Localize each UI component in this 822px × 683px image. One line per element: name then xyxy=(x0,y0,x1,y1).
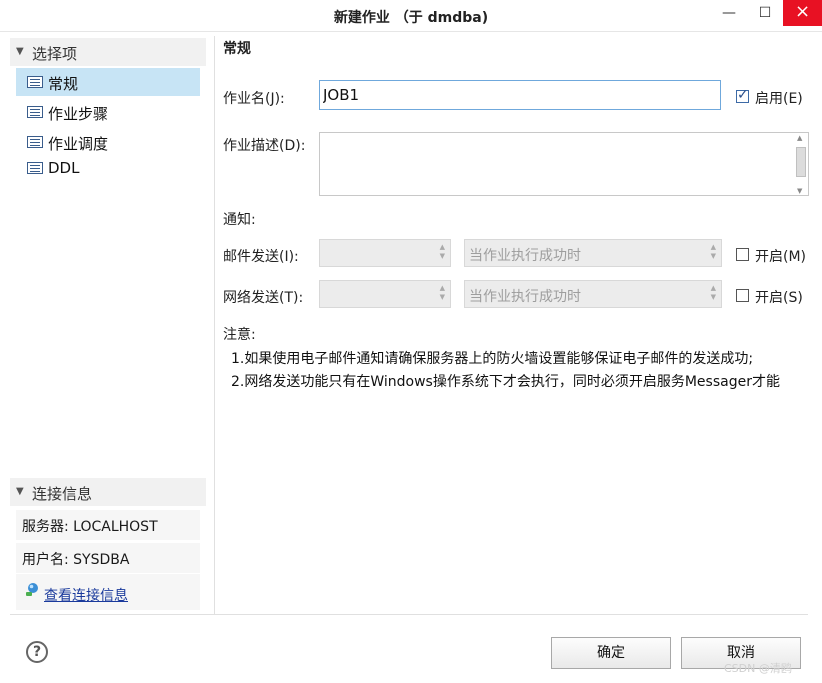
sidebar-item-label: 作业调度 xyxy=(48,135,109,153)
net-condition-value: 当作业执行成功时 xyxy=(469,289,581,305)
close-icon[interactable]: × xyxy=(783,0,822,26)
minimize-icon[interactable]: — xyxy=(714,0,744,26)
sidebar-item-job-schedule[interactable]: 作业调度 xyxy=(16,128,200,156)
net-operator-select[interactable]: ▲ ▼ xyxy=(319,280,451,308)
collapse-triangle-icon: ▼ xyxy=(16,46,24,57)
job-name-label: 作业名(J): xyxy=(223,91,285,107)
description-scrollbar[interactable]: ▲ ▼ xyxy=(794,133,808,195)
scroll-up-icon[interactable]: ▲ xyxy=(797,134,802,142)
scroll-down-icon[interactable]: ▼ xyxy=(797,187,802,195)
enable-checkbox[interactable] xyxy=(736,87,749,103)
list-icon xyxy=(27,136,43,148)
net-condition-select[interactable]: 当作业执行成功时 ▲ ▼ xyxy=(464,280,722,308)
sidebar-item-label: 作业步骤 xyxy=(48,105,109,123)
server-text: 服务器: LOCALHOST xyxy=(22,519,158,535)
footer-divider xyxy=(10,614,808,615)
scroll-thumb[interactable] xyxy=(796,147,806,177)
user-text: 用户名: SYSDBA xyxy=(22,552,130,568)
note-line-1: 1.如果使用电子邮件通知请确保服务器上的防火墙设置能够保证电子邮件的发送成功; xyxy=(231,351,754,367)
sidebar-item-label: DDL xyxy=(48,159,80,177)
view-connection-row: 查看连接信息 xyxy=(16,574,200,610)
options-section-header[interactable]: ▼ 选择项 xyxy=(10,38,206,66)
spinner-arrows-icon: ▲ ▼ xyxy=(439,243,445,260)
connection-info-icon xyxy=(26,583,38,596)
job-description-textarea[interactable]: ▲ ▼ xyxy=(319,132,809,196)
window-title: 新建作业 （于 dmdba) xyxy=(333,10,489,26)
sidebar-item-general[interactable]: 常规 xyxy=(16,68,200,96)
ok-button[interactable]: 确定 xyxy=(551,637,671,669)
net-open-label: 开启(S) xyxy=(755,290,803,306)
spinner-arrows-icon: ▲ ▼ xyxy=(710,284,716,301)
spinner-arrows-icon: ▲ ▼ xyxy=(439,284,445,301)
sidebar-item-label: 常规 xyxy=(48,75,79,93)
mail-condition-value: 当作业执行成功时 xyxy=(469,248,581,264)
connection-header-label: 连接信息 xyxy=(32,485,93,503)
mail-condition-select[interactable]: 当作业执行成功时 ▲ ▼ xyxy=(464,239,722,267)
mail-open-checkbox[interactable] xyxy=(736,248,749,261)
list-icon xyxy=(27,76,43,88)
note-title: 注意: xyxy=(223,327,256,343)
general-panel: 常规 作业名(J): 启用(E) 作业描述(D): ▲ ▼ 通知: 邮件发送(I… xyxy=(215,32,822,614)
job-name-input[interactable] xyxy=(319,80,721,110)
net-label: 网络发送(T): xyxy=(223,290,304,306)
note-line-2: 2.网络发送功能只有在Windows操作系统下才会执行，同时必须开启服务Mess… xyxy=(231,374,780,390)
collapse-triangle-icon: ▼ xyxy=(16,486,24,497)
help-icon[interactable]: ? xyxy=(26,641,48,663)
server-info: 服务器: LOCALHOST xyxy=(16,510,200,540)
spinner-arrows-icon: ▲ ▼ xyxy=(710,243,716,260)
user-info: 用户名: SYSDBA xyxy=(16,543,200,573)
mail-open-label: 开启(M) xyxy=(755,249,807,265)
list-icon xyxy=(27,106,43,118)
watermark: CSDN @清鸥 xyxy=(724,662,792,675)
mail-label: 邮件发送(I): xyxy=(223,249,299,265)
notify-label: 通知: xyxy=(223,212,256,228)
maximize-icon[interactable]: ☐ xyxy=(750,0,780,26)
view-connection-link[interactable]: 查看连接信息 xyxy=(44,585,128,605)
desc-label: 作业描述(D): xyxy=(223,138,306,154)
section-title: 常规 xyxy=(223,41,251,57)
mail-operator-select[interactable]: ▲ ▼ xyxy=(319,239,451,267)
connection-section-header[interactable]: ▼ 连接信息 xyxy=(10,478,206,506)
enable-label: 启用(E) xyxy=(755,91,803,107)
options-header-label: 选择项 xyxy=(32,45,78,63)
sidebar-item-job-steps[interactable]: 作业步骤 xyxy=(16,98,200,126)
sidebar-item-ddl[interactable]: DDL xyxy=(16,154,200,182)
net-open-checkbox[interactable] xyxy=(736,289,749,302)
list-icon xyxy=(27,162,43,174)
sidebar: ▼ 选择项 常规 作业步骤 作业调度 DDL ▼ 连接信息 服务器: LOCAL… xyxy=(10,36,206,610)
title-bar: 新建作业 （于 dmdba) — ☐ × xyxy=(0,0,822,32)
